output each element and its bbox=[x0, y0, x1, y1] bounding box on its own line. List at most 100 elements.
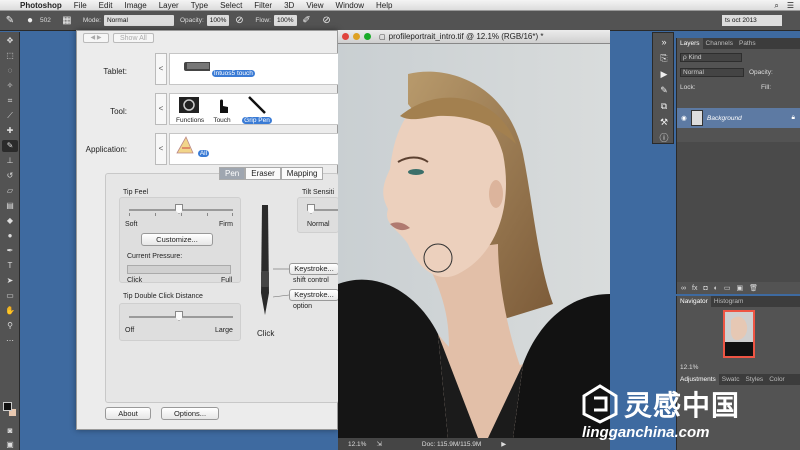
tab-eraser[interactable]: Eraser bbox=[245, 167, 281, 180]
panel-arrow-icon[interactable]: » bbox=[655, 36, 673, 49]
tab-paths[interactable]: Paths bbox=[736, 40, 759, 47]
brush-panel-icon[interactable]: ✎ bbox=[655, 84, 673, 97]
eye-visibility-icon[interactable]: ◉ bbox=[677, 114, 691, 122]
move-tool-icon[interactable]: ✥ bbox=[2, 35, 18, 47]
history-brush-icon[interactable]: ↺ bbox=[2, 170, 18, 182]
new-layer-icon[interactable]: ▣ bbox=[737, 284, 744, 292]
actions-panel-icon[interactable]: ▶ bbox=[655, 68, 673, 81]
fx-icon[interactable]: fx bbox=[692, 285, 697, 292]
status-arrow-icon[interactable]: ▶ bbox=[501, 440, 506, 448]
type-tool-icon[interactable]: T bbox=[2, 260, 18, 272]
layer-row-background[interactable]: ◉ Background 🔒︎ bbox=[677, 108, 800, 128]
crop-tool-icon[interactable]: ⌗ bbox=[2, 95, 18, 107]
pressure-opacity-icon[interactable]: ⊘ bbox=[232, 14, 246, 28]
group-icon[interactable]: ▭ bbox=[724, 284, 731, 292]
zoom-window-icon[interactable] bbox=[364, 33, 371, 40]
opacity-field[interactable]: 100% bbox=[206, 15, 230, 26]
marquee-tool-icon[interactable]: ⬚ bbox=[2, 50, 18, 62]
close-window-icon[interactable] bbox=[342, 33, 349, 40]
tablet-scroll-left[interactable]: < bbox=[155, 53, 167, 85]
menu-window[interactable]: Window bbox=[330, 1, 370, 10]
trash-icon[interactable]: 🗑︎ bbox=[749, 284, 758, 292]
tab-swatches[interactable]: Swatc bbox=[719, 376, 743, 383]
shape-tool-icon[interactable]: ▭ bbox=[2, 290, 18, 302]
blend-mode-select[interactable]: Normal bbox=[680, 68, 744, 77]
keystroke-button-lower[interactable]: Keystroke... bbox=[289, 289, 339, 301]
menu-help[interactable]: Help bbox=[370, 1, 398, 10]
application-scroll-left[interactable]: < bbox=[155, 133, 167, 165]
application-item-all[interactable]: All bbox=[174, 136, 210, 157]
more-tools-icon[interactable]: ⋯ bbox=[2, 335, 18, 347]
history-panel-icon[interactable]: ⎘ bbox=[655, 52, 673, 65]
stamp-tool-icon[interactable]: ⊥ bbox=[2, 155, 18, 167]
menu-3d[interactable]: 3D bbox=[278, 1, 300, 10]
hand-tool-icon[interactable]: ✋ bbox=[2, 305, 18, 317]
mask-icon[interactable]: ◘ bbox=[703, 285, 707, 292]
tool-presets-icon[interactable]: ⚒ bbox=[655, 116, 673, 129]
tool-item-touch[interactable]: Touch bbox=[208, 96, 236, 124]
tool-item-functions[interactable]: Functions bbox=[174, 96, 204, 124]
tab-layers[interactable]: Layers bbox=[677, 38, 703, 49]
info-panel-icon[interactable]: ⓘ bbox=[655, 132, 673, 145]
brush-tool-icon[interactable]: ✎ bbox=[3, 14, 17, 28]
tool-scroll-left[interactable]: < bbox=[155, 93, 167, 125]
customize-button[interactable]: Customize... bbox=[141, 233, 213, 246]
clone-source-icon[interactable]: ⧉ bbox=[655, 100, 673, 113]
pressure-size-icon[interactable]: ⊘ bbox=[320, 14, 334, 28]
status-dialog-icon[interactable]: ⇲ bbox=[376, 440, 381, 448]
document-canvas[interactable] bbox=[338, 44, 610, 438]
keystroke-button-upper[interactable]: Keystroke... bbox=[289, 263, 339, 275]
status-zoom[interactable]: 12.1% bbox=[348, 441, 366, 448]
mode-select[interactable]: Normal bbox=[103, 15, 174, 26]
tab-pen[interactable]: Pen bbox=[219, 167, 246, 180]
flow-field[interactable]: 100% bbox=[273, 15, 297, 26]
zoom-tool-icon[interactable]: ⚲ bbox=[2, 320, 18, 332]
tab-mapping[interactable]: Mapping bbox=[280, 167, 324, 180]
quick-select-icon[interactable]: ✧ bbox=[2, 80, 18, 92]
link-layers-icon[interactable]: ∞ bbox=[681, 285, 686, 292]
tab-histogram[interactable]: Histogram bbox=[711, 298, 747, 305]
adjustment-layer-icon[interactable]: ◐ bbox=[714, 285, 718, 292]
tab-color[interactable]: Color bbox=[766, 376, 788, 383]
menu-layer[interactable]: Layer bbox=[153, 1, 185, 10]
tab-channels[interactable]: Channels bbox=[703, 40, 736, 47]
gradient-tool-icon[interactable]: ▤ bbox=[2, 200, 18, 212]
list-icon[interactable]: ☰ bbox=[787, 1, 794, 10]
tool-item-grip-pen[interactable]: Grip Pen bbox=[240, 96, 274, 124]
menu-filter[interactable]: Filter bbox=[248, 1, 278, 10]
about-button[interactable]: About bbox=[105, 407, 151, 420]
tablet-item[interactable]: Intuos5 touch bbox=[174, 56, 255, 77]
lasso-tool-icon[interactable]: ◌ bbox=[2, 65, 18, 77]
path-select-icon[interactable]: ➤ bbox=[2, 275, 18, 287]
healing-tool-icon[interactable]: ✚ bbox=[2, 125, 18, 137]
minimize-window-icon[interactable] bbox=[353, 33, 360, 40]
brush-panel-icon[interactable]: ▦ bbox=[60, 14, 74, 28]
brush-preset-icon[interactable]: ● bbox=[23, 14, 37, 28]
pen-tool-icon[interactable]: ✒ bbox=[2, 245, 18, 257]
navigator-thumbnail[interactable] bbox=[723, 310, 755, 358]
menu-view[interactable]: View bbox=[300, 1, 329, 10]
show-all-button[interactable]: Show All bbox=[113, 33, 154, 43]
layer-filter-kind[interactable]: ρ Kind bbox=[680, 53, 742, 62]
screen-mode-icon[interactable]: ▣ bbox=[2, 439, 18, 450]
brush-tool-icon[interactable]: ✎ bbox=[2, 140, 18, 152]
options-button[interactable]: Options... bbox=[161, 407, 219, 420]
quick-mask-icon[interactable]: ◙ bbox=[2, 425, 18, 437]
search-icon[interactable]: ⌕ bbox=[774, 1, 778, 11]
menu-file[interactable]: File bbox=[68, 1, 93, 10]
navigator-zoom[interactable]: 12.1% bbox=[680, 364, 698, 371]
menu-photoshop[interactable]: Photoshop bbox=[14, 1, 68, 10]
menu-type[interactable]: Type bbox=[185, 1, 214, 10]
menu-image[interactable]: Image bbox=[118, 1, 152, 10]
eyedropper-tool-icon[interactable]: ⟋ bbox=[2, 110, 18, 122]
eraser-tool-icon[interactable]: ▱ bbox=[2, 185, 18, 197]
blur-tool-icon[interactable]: ◆ bbox=[2, 215, 18, 227]
tab-styles[interactable]: Styles bbox=[742, 376, 766, 383]
foreground-color-swatch[interactable] bbox=[3, 402, 12, 411]
menu-edit[interactable]: Edit bbox=[93, 1, 119, 10]
airbrush-icon[interactable]: ✐ bbox=[300, 14, 314, 28]
dodge-tool-icon[interactable]: ● bbox=[2, 230, 18, 242]
tab-navigator[interactable]: Navigator bbox=[677, 296, 711, 307]
nav-back-forward[interactable]: ◀ ▶ bbox=[83, 33, 109, 43]
menu-select[interactable]: Select bbox=[214, 1, 248, 10]
